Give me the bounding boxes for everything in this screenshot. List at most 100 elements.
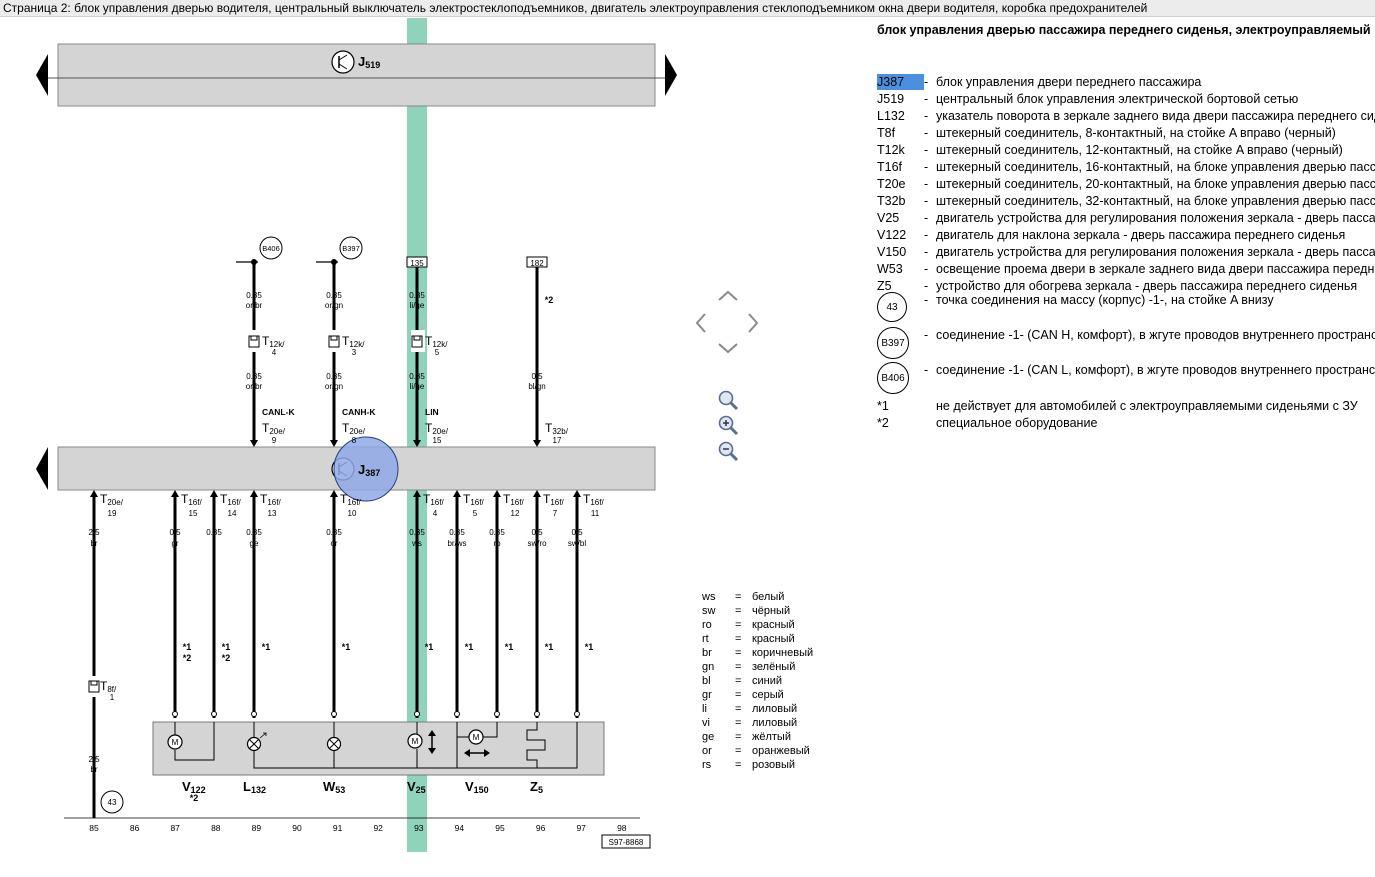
legend-entry[interactable]: V150 - двигатель устройства для регулирова… <box>877 244 1375 260</box>
wire-color: ro <box>493 539 501 548</box>
legend-entry[interactable]: T20e - штекерный соединитель, 20-контактны… <box>877 176 1375 192</box>
color-name: жёлтый <box>752 731 791 743</box>
column-number: 96 <box>536 823 546 833</box>
bottom-wire <box>533 490 541 718</box>
color-abbr: br <box>702 647 712 659</box>
connector-label: T12k/ <box>342 334 365 349</box>
wire-color: gr <box>171 539 178 548</box>
legend-code: T32b <box>877 194 906 208</box>
legend-entry[interactable]: T12k - штекерный соединитель, 12-контактны… <box>877 142 1343 158</box>
legend-dash: - <box>924 293 929 307</box>
wire-gauge: 0.35 <box>409 291 425 300</box>
color-name: зелёный <box>752 661 796 673</box>
legend-entry[interactable]: J519 - центральный блок управления электри… <box>877 91 1298 107</box>
legend-title: блок управления дверью пассажира передне… <box>877 23 1375 37</box>
color-name: оранжевый <box>752 745 810 757</box>
legend-text: указатель поворота в зеркале заднего вид… <box>936 109 1375 123</box>
equals-sign: = <box>735 619 742 631</box>
legend-dash: - <box>924 363 929 377</box>
legend-code: J519 <box>877 92 905 106</box>
nav-right-arrow-icon[interactable] <box>746 311 760 335</box>
connector-pin: 4 <box>272 348 277 357</box>
color-abbr: ws <box>702 591 716 603</box>
wire-gauge: 2,5 <box>88 755 100 764</box>
connector-pin: 5 <box>435 348 440 357</box>
module-j519 <box>57 43 656 107</box>
color-code-row: rt = красный <box>702 632 795 646</box>
color-code-row: sw = чёрный <box>702 604 790 618</box>
legend-text: штекерный соединитель, 16-контактный, на… <box>936 160 1375 174</box>
legend-code: J387 <box>877 74 924 90</box>
legend-code: T12k <box>877 143 905 157</box>
connector-icon <box>88 680 100 693</box>
legend-dash: - <box>924 143 929 157</box>
bottom-wire <box>90 490 98 680</box>
footnote-mark: *2 <box>545 295 554 305</box>
wire-color: li/ge <box>410 382 425 391</box>
connector-pin: 9 <box>272 436 277 445</box>
nav-down-arrow-icon[interactable] <box>716 341 740 355</box>
zoom-out-icon[interactable] <box>716 439 740 463</box>
nav-up-arrow-icon[interactable] <box>716 289 740 303</box>
connector-label: T16f/ <box>181 492 202 507</box>
wire-gauge: 0.5 <box>531 528 543 537</box>
legend-entry[interactable]: V122 - двигатель для наклона зеркала - две… <box>877 227 1345 243</box>
column-number: 95 <box>495 823 505 833</box>
wire-gauge: 0.35 <box>246 291 262 300</box>
color-name: чёрный <box>752 605 791 617</box>
legend-junction-badge: 43 <box>877 292 907 322</box>
zoom-fit-icon[interactable] <box>716 388 740 412</box>
signal-label: LIN <box>425 407 439 417</box>
column-number: 87 <box>170 823 180 833</box>
equals-sign: = <box>735 731 742 743</box>
column-number: 90 <box>292 823 302 833</box>
legend-dash: - <box>924 328 929 342</box>
legend-code: V122 <box>877 228 907 242</box>
legend-text: штекерный соединитель, 32-контактный, на… <box>936 194 1375 208</box>
lamp-w53-icon <box>326 736 342 752</box>
color-name: красный <box>752 619 795 631</box>
wire-gauge: 2,5 <box>88 528 100 537</box>
wire-color: ge <box>250 539 259 548</box>
footnote-mark: *1 <box>342 642 351 652</box>
footnote-mark: *1 <box>465 642 474 652</box>
legend-code: Z5 <box>877 279 892 293</box>
color-name: красный <box>752 633 795 645</box>
connector-label: T20e/ <box>342 421 366 436</box>
reference-label: 135 <box>410 259 424 268</box>
legend-text: устройство для обогрева зеркала - дверь … <box>936 279 1358 293</box>
color-abbr: ge <box>702 731 715 743</box>
zoom-in-icon[interactable] <box>716 413 740 437</box>
connector-pin: 7 <box>553 509 558 518</box>
color-name: серый <box>752 689 784 701</box>
legend-entry[interactable]: T16f - штекерный соединитель, 16-контактны… <box>877 159 1375 175</box>
connector-pin: 17 <box>553 436 562 445</box>
legend-text: штекерный соединитель, 8-контактный, на … <box>936 126 1336 140</box>
footnote-mark: *1 <box>585 642 594 652</box>
footnote-mark: *1 <box>262 642 271 652</box>
legend-junction-text: - точка соединения на массу (корпус) -1-,… <box>924 292 1274 308</box>
motor-v25-icon: M <box>407 733 423 749</box>
wire-color: br <box>90 539 97 548</box>
legend-entry[interactable]: L132 - указатель поворота в зеркале заднег… <box>877 108 1375 124</box>
connector-label: T12k/ <box>262 334 285 349</box>
legend-entry[interactable]: T8f - штекерный соединитель, 8-контактный,… <box>877 125 1336 141</box>
junction-label: B406 <box>262 244 280 253</box>
component-label: W53 <box>323 779 345 795</box>
legend-entry[interactable]: W53 - освещение проема двери в зеркале зад… <box>877 261 1375 277</box>
legend-dash: - <box>924 245 929 259</box>
bottom-wire <box>250 490 258 718</box>
footnote-mark: *1 <box>505 642 514 652</box>
legend-entry[interactable]: T32b - штекерный соединитель, 32-контактны… <box>877 193 1375 209</box>
legend-text: блок управления двери переднего пассажир… <box>936 75 1202 89</box>
component-label: Z5 <box>530 779 543 795</box>
legend-entry[interactable]: J387- блок управления двери переднего пас… <box>877 74 1201 90</box>
nav-left-arrow-icon[interactable] <box>694 311 708 335</box>
legend-text: точка соединения на массу (корпус) -1-, … <box>936 293 1274 307</box>
legend-text: двигатель для наклона зеркала - дверь па… <box>936 228 1346 242</box>
legend-entry[interactable]: V25 - двигатель устройства для регулирован… <box>877 210 1375 226</box>
connector-pin: 5 <box>473 509 478 518</box>
connector-label: T32b/ <box>545 421 569 436</box>
legend-dash: - <box>924 109 929 123</box>
color-abbr: gr <box>702 689 712 701</box>
